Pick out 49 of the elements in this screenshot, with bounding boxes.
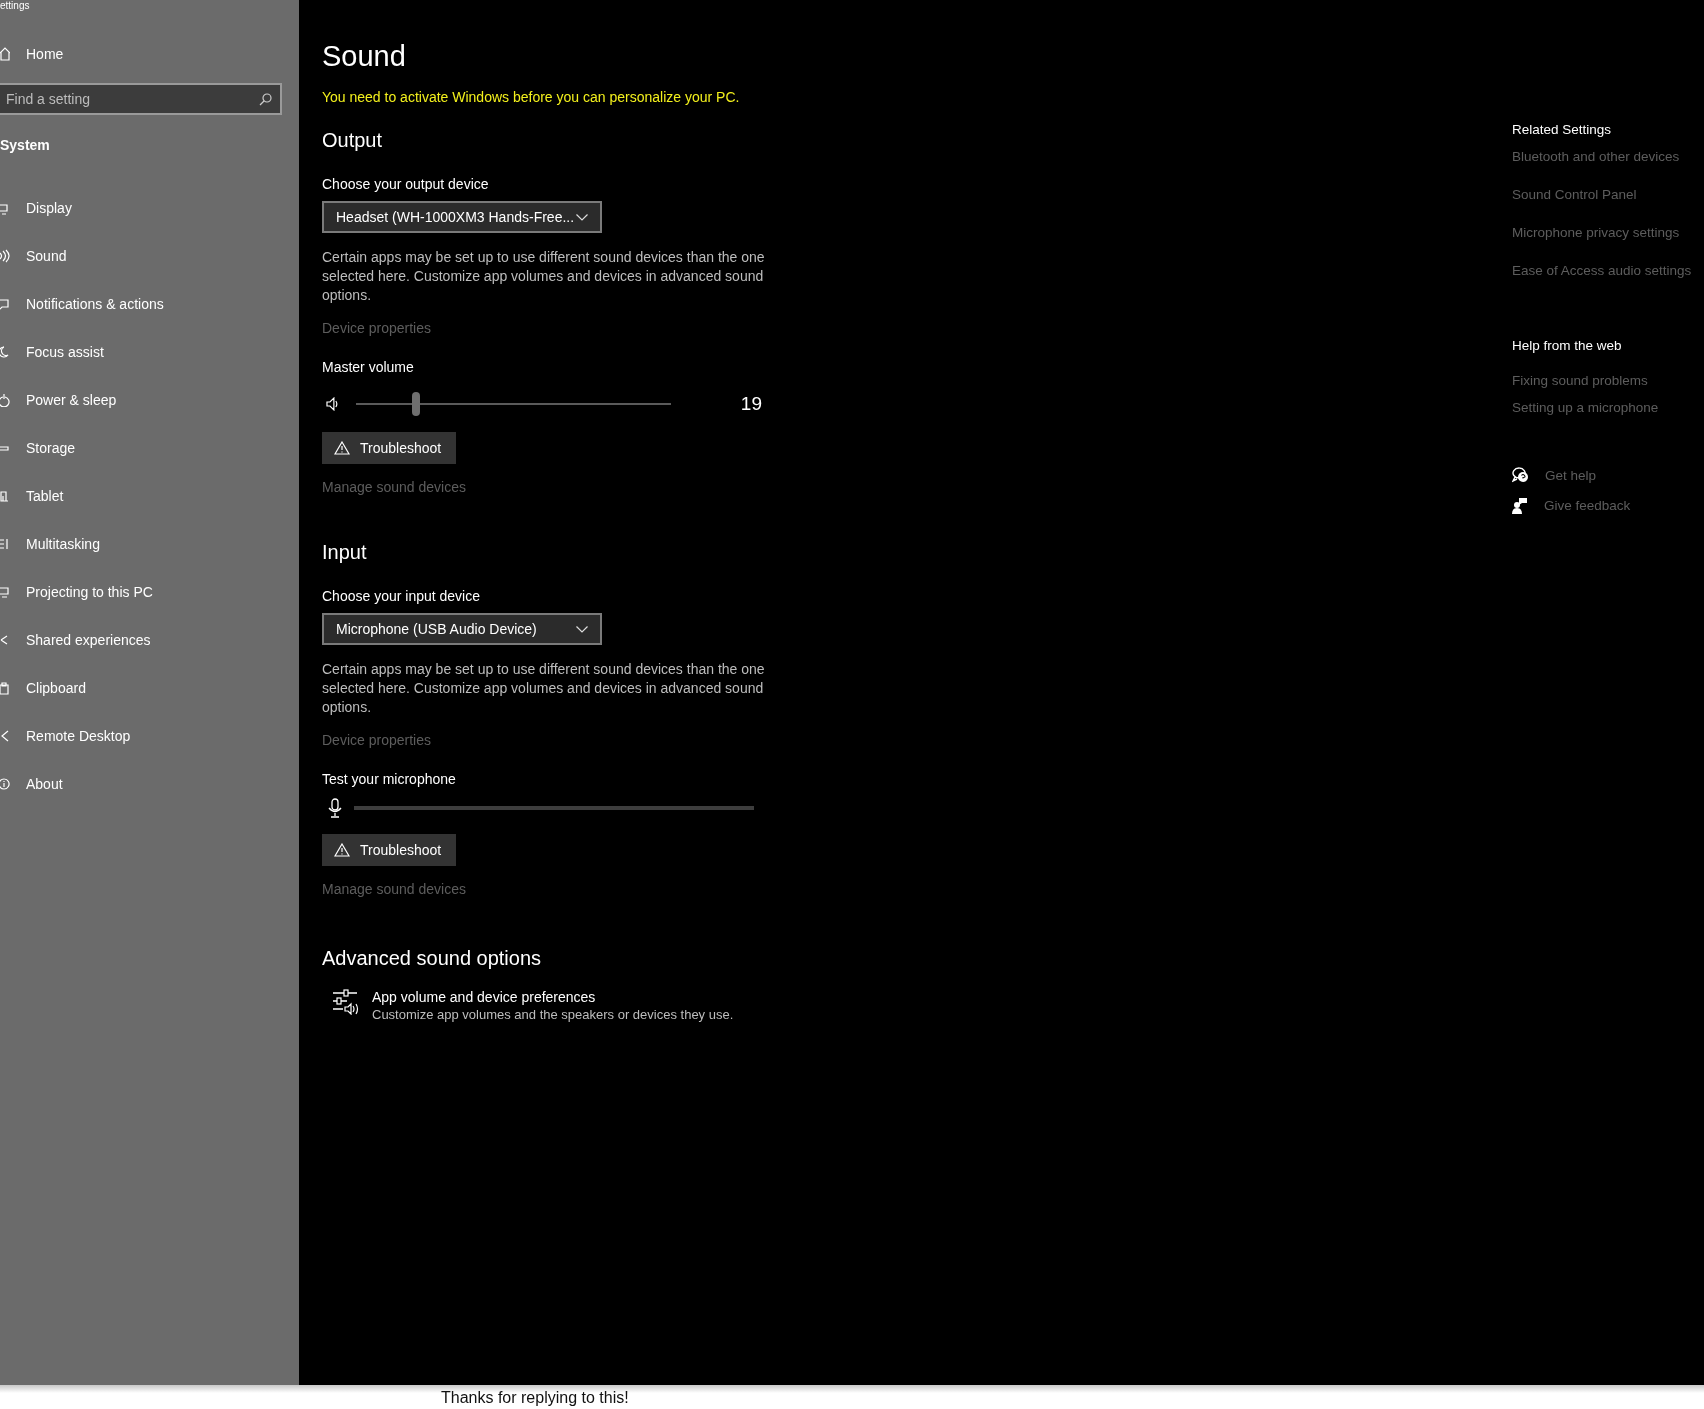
field-label: Choose your input device [322, 587, 480, 605]
sidebar-item[interactable]: Clipboard [0, 664, 299, 712]
get-help-link[interactable]: Get help [1512, 467, 1631, 483]
troubleshoot-button[interactable]: Troubleshoot [322, 432, 456, 464]
device-properties-link[interactable]: Device properties [322, 732, 431, 748]
device-dropdown[interactable]: Headset (WH-1000XM3 Hands-Free... [322, 201, 602, 233]
section-heading: Output [322, 128, 383, 153]
sidebar-item[interactable]: About [0, 760, 299, 808]
sidebar-item[interactable]: Shared experiences [0, 616, 299, 664]
field-label: Test your microphone [322, 770, 456, 788]
manage-devices-link[interactable]: Manage sound devices [322, 881, 466, 897]
related-link[interactable]: Ease of Access audio settings [1512, 263, 1692, 278]
search-field[interactable]: Find a setting [0, 83, 282, 115]
section-heading: Advanced sound options [322, 946, 542, 971]
description-text: Certain apps may be set up to use different sound devices than the one selected here. Customize app volumes and devices in advanced sound options. [322, 660, 766, 717]
field-label: Choose your output device [322, 175, 489, 193]
sidebar-item[interactable]: Projecting to this PC [0, 568, 299, 616]
app-volume-preferences-link[interactable]: App volume and device preferences Customize app volumes and the speakers or devices they use. [322, 989, 734, 1022]
page-title: Sound [322, 39, 406, 74]
help-link[interactable]: Setting up a microphone [1512, 400, 1659, 415]
description-text: Certain apps may be set up to use different sound devices than the one selected here. Customize app volumes and devices in advanced sound options. [322, 248, 766, 305]
field-label: Master volume [322, 358, 414, 376]
sidebar-item[interactable]: Power & sleep [0, 376, 299, 424]
sidebar-item[interactable]: Storage [0, 424, 299, 472]
related-settings-heading: Related Settings [1512, 122, 1612, 137]
sidebar-item[interactable]: Tablet [0, 472, 299, 520]
help-link[interactable]: Fixing sound problems [1512, 373, 1648, 388]
section-heading: Input [322, 540, 367, 565]
sidebar-item[interactable]: Notifications & actions [0, 280, 299, 328]
related-link[interactable]: Sound Control Panel [1512, 187, 1637, 202]
related-link[interactable]: Microphone privacy settings [1512, 225, 1680, 240]
device-dropdown[interactable]: Microphone (USB Audio Device) [322, 613, 602, 645]
sidebar-item[interactable]: Focus assist [0, 328, 299, 376]
feedback-link[interactable]: Give feedback [1512, 497, 1631, 514]
sidebar-item[interactable]: Remote Desktop [0, 712, 299, 760]
manage-devices-link[interactable]: Manage sound devices [322, 479, 466, 495]
sidebar-item[interactable]: Multitasking [0, 520, 299, 568]
sidebar-item[interactable]: Sound [0, 232, 299, 280]
window-title: ettings [0, 0, 30, 11]
related-link[interactable]: Bluetooth and other devices [1512, 149, 1680, 164]
caption-text: Thanks for replying to this! [441, 1389, 629, 1407]
home-link[interactable]: Home [0, 35, 299, 73]
sidebar-item[interactable]: Display [0, 184, 299, 232]
troubleshoot-button[interactable]: Troubleshoot [322, 834, 456, 866]
help-heading: Help from the web [1512, 338, 1622, 353]
activation-warning: You need to activate Windows before you can personalize your PC. [322, 89, 740, 105]
volume-value: 19 [740, 393, 762, 415]
section-heading: System [0, 137, 51, 155]
device-properties-link[interactable]: Device properties [322, 320, 431, 336]
